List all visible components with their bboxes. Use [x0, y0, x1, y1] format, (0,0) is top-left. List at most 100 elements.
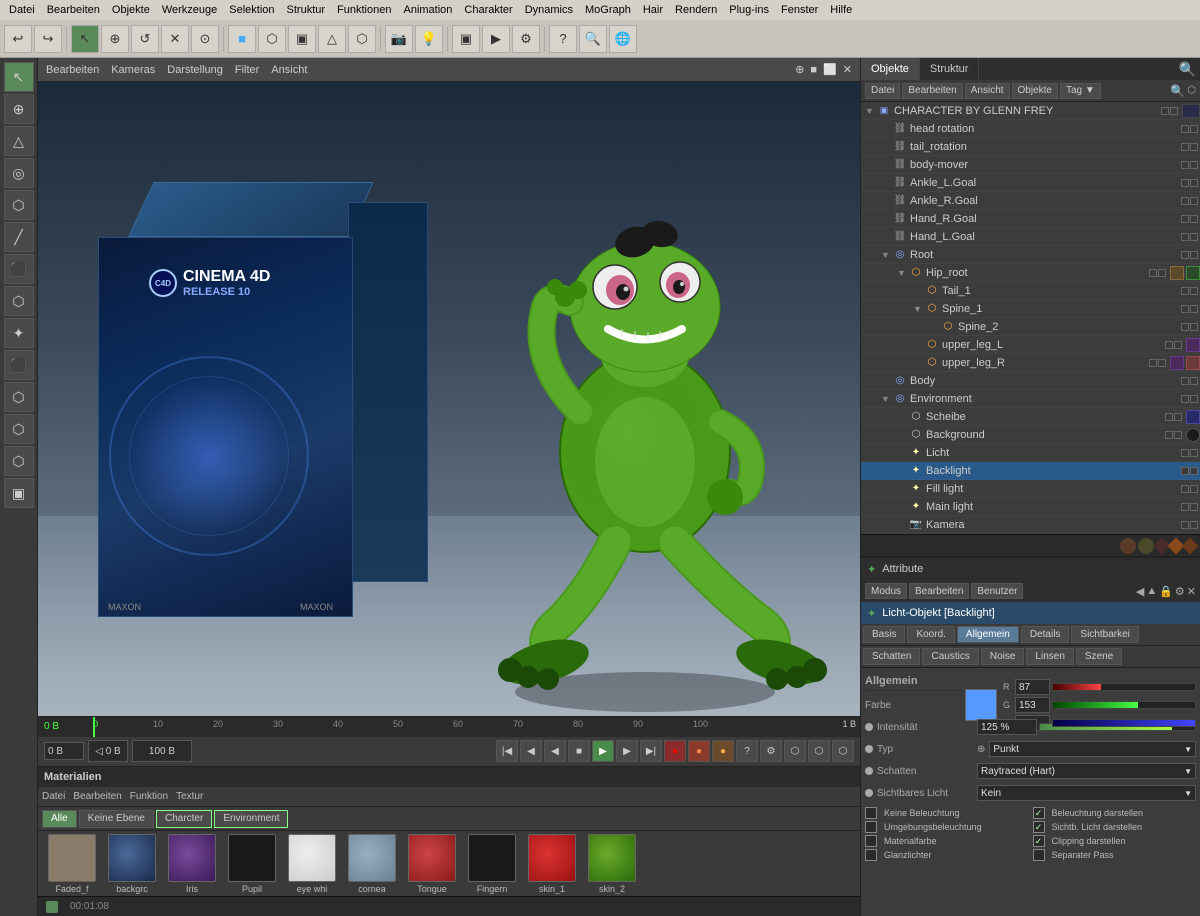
mat-menu-bearbeiten[interactable]: Bearbeiten — [73, 791, 121, 802]
obj-tb-ansicht[interactable]: Ansicht — [965, 83, 1010, 99]
mat-menu-funktion[interactable]: Funktion — [130, 791, 168, 802]
vp-close[interactable]: ✕ — [843, 63, 852, 76]
tree-item-body[interactable]: ◎ Body — [861, 372, 1200, 390]
typ-dropdown[interactable]: Punkt ▼ — [989, 741, 1196, 757]
attr-tab-linsen[interactable]: Linsen — [1026, 648, 1073, 665]
select-tool[interactable]: ↖ — [71, 25, 99, 53]
tree-item-bodymover[interactable]: ⛓ body-mover — [861, 156, 1200, 174]
cb-sichtb-licht-box[interactable] — [1033, 821, 1045, 833]
b-slider[interactable] — [1052, 719, 1196, 727]
undo-button[interactable]: ↩ — [4, 25, 32, 53]
attr-tb-bearbeiten[interactable]: Bearbeiten — [909, 583, 969, 599]
tree-item-licht[interactable]: ✦ Licht — [861, 444, 1200, 462]
stop[interactable]: ■ — [568, 740, 590, 762]
r-field[interactable] — [1015, 679, 1050, 695]
sidebar-tool13[interactable]: ⬡ — [4, 446, 34, 476]
sichtbar-dropdown[interactable]: Kein ▼ — [977, 785, 1196, 801]
obj-mgr-icon1[interactable]: 🔍 — [1179, 61, 1196, 78]
menu-rendern[interactable]: Rendern — [670, 3, 722, 17]
menu-animation[interactable]: Animation — [398, 3, 457, 17]
sidebar-tool12[interactable]: ⬡ — [4, 414, 34, 444]
vp-icon1[interactable]: ⊕ — [795, 63, 804, 76]
tag-icon-hiproot[interactable] — [1170, 266, 1184, 280]
help-tc[interactable]: ? — [736, 740, 758, 762]
mat-menu-textur[interactable]: Textur — [176, 791, 203, 802]
sidebar-tool14[interactable]: ▣ — [4, 478, 34, 508]
go-end[interactable]: ▶| — [640, 740, 662, 762]
sidebar-tool4[interactable]: ◎ — [4, 158, 34, 188]
tree-item-backlight[interactable]: ✦ Backlight — [861, 462, 1200, 480]
mat-item-4[interactable]: eye whi — [284, 834, 340, 894]
timeline-ruler[interactable]: 0 10 20 30 40 50 60 70 80 90 100 1 B 0 B — [38, 717, 860, 737]
tree-item-filllight[interactable]: ✦ Fill light — [861, 480, 1200, 498]
vp-icon2[interactable]: ■ — [810, 64, 817, 76]
tc-extra1[interactable]: ⬡ — [784, 740, 806, 762]
transform-tool[interactable]: ⊙ — [191, 25, 219, 53]
attr-tb-modus[interactable]: Modus — [865, 583, 907, 599]
vp-kameras[interactable]: Kameras — [111, 64, 155, 76]
go-start[interactable]: |◀ — [496, 740, 518, 762]
attr-tab-sichtbar[interactable]: Sichtbarkei — [1071, 626, 1138, 643]
tree-arrow-character[interactable]: ▼ — [865, 106, 877, 116]
add-sphere[interactable]: ⬡ — [258, 25, 286, 53]
obj-tb-objekte[interactable]: Objekte — [1012, 83, 1058, 99]
intensitaet-field[interactable] — [977, 719, 1037, 735]
record-pos[interactable]: ● — [688, 740, 710, 762]
mat-tag-scheibe[interactable] — [1186, 410, 1200, 424]
tag2-upperlgr[interactable] — [1186, 356, 1200, 370]
r-slider[interactable] — [1052, 683, 1196, 691]
mat-item-6[interactable]: Tongue — [404, 834, 460, 894]
add-cylinder[interactable]: ▣ — [288, 25, 316, 53]
play-back[interactable]: ◀ — [544, 740, 566, 762]
obj-tab-objekte[interactable]: Objekte — [861, 58, 920, 80]
cb-materialfarbe-box[interactable] — [865, 835, 877, 847]
vp-bearbeiten[interactable]: Bearbeiten — [46, 64, 99, 76]
mat-item-8[interactable]: skin_1 — [524, 834, 580, 894]
attr-tab-koord[interactable]: Koord. — [907, 626, 954, 643]
mat-item-5[interactable]: cornea — [344, 834, 400, 894]
add-light[interactable]: 💡 — [415, 25, 443, 53]
tree-item-tail1[interactable]: ⬡ Tail_1 — [861, 282, 1200, 300]
schatten-dropdown[interactable]: Raytraced (Hart) ▼ — [977, 763, 1196, 779]
viewport[interactable]: C4D CINEMA 4D RELEASE 10 CINEMA 4D RELEA… — [38, 82, 860, 716]
tree-item-handlgoal[interactable]: ⛓ Hand_L.Goal — [861, 228, 1200, 246]
mat-item-0[interactable]: Faded_f — [44, 834, 100, 894]
attr-tab-schatten[interactable]: Schatten — [863, 648, 920, 665]
vis-dot[interactable] — [1161, 107, 1169, 115]
record[interactable]: ● — [664, 740, 686, 762]
tree-item-hiproot[interactable]: ▼ ⬡ Hip_root — [861, 264, 1200, 282]
tree-item-background[interactable]: ⬡ Background — [861, 426, 1200, 444]
scale-tool[interactable]: ✕ — [161, 25, 189, 53]
add-torus[interactable]: ⬡ — [348, 25, 376, 53]
mat-item-3[interactable]: Pupil — [224, 834, 280, 894]
tree-item-anklergoal[interactable]: ⛓ Ankle_R.Goal — [861, 192, 1200, 210]
mat-item-7[interactable]: Fingern — [464, 834, 520, 894]
settings-tc[interactable]: ⚙ — [760, 740, 782, 762]
menu-hilfe[interactable]: Hilfe — [825, 3, 857, 17]
attr-close-icon[interactable]: ✕ — [1187, 585, 1196, 598]
tree-item-handrgoal[interactable]: ⛓ Hand_R.Goal — [861, 210, 1200, 228]
obj-tb-bearbeiten[interactable]: Bearbeiten — [902, 83, 962, 99]
menu-dynamics[interactable]: Dynamics — [520, 3, 578, 17]
globe-button[interactable]: 🌐 — [609, 25, 637, 53]
mat-tab-keine[interactable]: Keine Ebene — [79, 810, 154, 828]
menu-datei[interactable]: Datei — [4, 3, 40, 17]
tree-item-root[interactable]: ▼ ◎ Root — [861, 246, 1200, 264]
play-fwd[interactable]: ▶ — [592, 740, 614, 762]
render-active[interactable]: ▶ — [482, 25, 510, 53]
obj-tb-icon1[interactable]: 🔍 — [1170, 84, 1185, 98]
attr-up-icon[interactable]: ▲ — [1146, 585, 1157, 597]
sidebar-tool11[interactable]: ⬡ — [4, 382, 34, 412]
sidebar-move[interactable]: ↖ — [4, 62, 34, 92]
frame-start-field[interactable] — [44, 742, 84, 760]
tag-upperlgr[interactable] — [1170, 356, 1184, 370]
tree-item-scheibe[interactable]: ⬡ Scheibe — [861, 408, 1200, 426]
attr-tab-szene[interactable]: Szene — [1076, 648, 1122, 665]
menu-plugins[interactable]: Plug-ins — [724, 3, 774, 17]
sidebar-tool6[interactable]: ╱ — [4, 222, 34, 252]
attr-tab-allgemein[interactable]: Allgemein — [957, 626, 1019, 643]
tree-arrow-root[interactable]: ▼ — [881, 250, 893, 260]
sidebar-tool8[interactable]: ⬡ — [4, 286, 34, 316]
mat-tab-alle[interactable]: Alle — [42, 810, 77, 828]
tree-item-tailrot[interactable]: ⛓ tail_rotation — [861, 138, 1200, 156]
